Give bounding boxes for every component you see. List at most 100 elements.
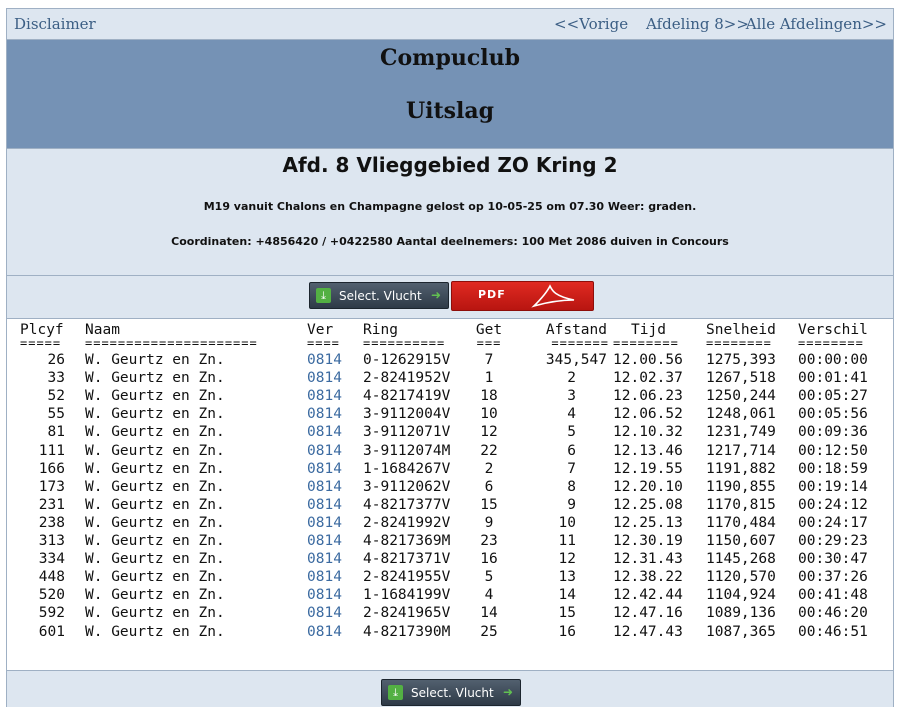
cell-tijd: 12.31.43 bbox=[613, 551, 683, 568]
cell-plcyf: 173 bbox=[38, 478, 65, 495]
cell-naam: W. Geurtz en Zn. bbox=[85, 352, 225, 368]
cell-get: 7 bbox=[484, 352, 494, 368]
cell-naam: W. Geurtz en Zn. bbox=[85, 533, 225, 549]
select-vlucht-button-bottom[interactable]: ⤓ Select. Vlucht ➜ bbox=[381, 679, 521, 706]
cell-afstand: 4 bbox=[567, 406, 576, 423]
separator-afstand: ======= bbox=[551, 336, 609, 350]
cell-tijd: 12.25.13 bbox=[613, 514, 683, 531]
select-vlucht-label: Select. Vlucht bbox=[339, 289, 422, 303]
vereniging-link[interactable]: 0814 bbox=[307, 406, 342, 422]
vereniging-link[interactable]: 0814 bbox=[307, 533, 342, 549]
cell-ring: 2-8241952V bbox=[363, 370, 451, 387]
cell-snelheid: 1150,607 bbox=[706, 533, 776, 549]
vereniging-link[interactable]: 0814 bbox=[307, 352, 342, 368]
vereniging-link[interactable]: 0814 bbox=[307, 515, 342, 531]
cell-plcyf: 26 bbox=[47, 352, 65, 368]
cell-plcyf: 52 bbox=[47, 388, 65, 405]
cell-snelheid: 1145,268 bbox=[706, 551, 776, 568]
vereniging-link[interactable]: 0814 bbox=[307, 479, 342, 495]
vereniging-link[interactable]: 0814 bbox=[307, 461, 342, 477]
vereniging-link[interactable]: 0814 bbox=[307, 370, 342, 386]
cell-afstand: 6 bbox=[567, 442, 576, 459]
cell-get: 10 bbox=[480, 406, 498, 423]
cell-snelheid: 1120,570 bbox=[706, 569, 776, 586]
pdf-button[interactable]: PDF bbox=[451, 281, 594, 311]
cell-naam: W. Geurtz en Zn. bbox=[85, 605, 225, 622]
previous-link[interactable]: <<Vorige bbox=[554, 15, 628, 33]
vereniging-link[interactable]: 0814 bbox=[307, 551, 342, 567]
vereniging-link[interactable]: 0814 bbox=[307, 388, 342, 404]
cell-ver: 0814 bbox=[307, 443, 342, 459]
cell-snelheid: 1191,882 bbox=[706, 460, 776, 477]
cell-verschil: 00:24:17 bbox=[798, 514, 868, 531]
disclaimer-link[interactable]: Disclaimer bbox=[14, 15, 96, 33]
cell-tijd: 12.47.16 bbox=[613, 605, 683, 622]
cell-afstand: 10 bbox=[558, 514, 576, 531]
cell-ver: 0814 bbox=[307, 461, 342, 477]
cell-get: 18 bbox=[480, 388, 498, 405]
cell-snelheid: 1087,365 bbox=[706, 623, 776, 640]
cell-naam: W. Geurtz en Zn. bbox=[85, 551, 225, 568]
vereniging-link[interactable]: 0814 bbox=[307, 497, 342, 513]
cell-snelheid: 1170,815 bbox=[706, 496, 776, 513]
table-row: 52 W. Geurtz en Zn. 0814 4-8217419V 18 3 12.06… bbox=[7, 388, 893, 406]
cell-tijd: 12.47.43 bbox=[613, 623, 683, 640]
cell-ring: 0-1262915V bbox=[363, 352, 451, 368]
table-row: 166 W. Geurtz en Zn. 0814 1-1684267V 2 7 12.19… bbox=[7, 460, 893, 479]
all-afdelingen-link[interactable]: Alle Afdelingen>> bbox=[746, 15, 887, 33]
cell-ring: 2-8241965V bbox=[363, 605, 451, 622]
race-info: Afd. 8 Vlieggebied ZO Kring 2 M19 vanuit… bbox=[7, 149, 893, 276]
cell-naam: W. Geurtz en Zn. bbox=[85, 424, 225, 441]
table-row: 592 W. Geurtz en Zn. 0814 2-8241965V 14 15 12.… bbox=[7, 605, 893, 623]
cell-naam: W. Geurtz en Zn. bbox=[85, 460, 225, 477]
cell-afstand: 8 bbox=[567, 478, 576, 495]
select-vlucht-button[interactable]: ⤓ Select. Vlucht ➜ bbox=[309, 282, 449, 309]
cell-ring: 4-8217371V bbox=[363, 551, 451, 568]
cell-plcyf: 231 bbox=[38, 496, 65, 513]
download-icon: ⤓ bbox=[316, 288, 331, 303]
cell-ring: 4-8217377V bbox=[363, 496, 451, 513]
vereniging-link[interactable]: 0814 bbox=[307, 624, 342, 640]
cell-naam: W. Geurtz en Zn. bbox=[85, 388, 225, 405]
cell-ver: 0814 bbox=[307, 352, 342, 368]
cell-naam: W. Geurtz en Zn. bbox=[85, 442, 225, 459]
cell-plcyf: 238 bbox=[38, 514, 65, 531]
select-vlucht-label: Select. Vlucht bbox=[411, 686, 494, 700]
vereniging-link[interactable]: 0814 bbox=[307, 424, 342, 440]
cell-ver: 0814 bbox=[307, 569, 342, 585]
cell-get: 9 bbox=[484, 514, 494, 531]
cell-plcyf: 520 bbox=[38, 587, 65, 604]
cell-tijd: 12.42.44 bbox=[613, 587, 683, 604]
cell-naam: W. Geurtz en Zn. bbox=[85, 496, 225, 513]
cell-ring: 3-9112062V bbox=[363, 478, 451, 495]
vereniging-link[interactable]: 0814 bbox=[307, 605, 342, 621]
cell-ver: 0814 bbox=[307, 406, 342, 422]
download-icon: ⤓ bbox=[388, 685, 403, 700]
release-info: M19 vanuit Chalons en Champagne gelost o… bbox=[203, 200, 697, 213]
afdeling-link[interactable]: Afdeling 8>> bbox=[646, 15, 749, 33]
cell-snelheid: 1248,061 bbox=[706, 406, 776, 423]
cell-plcyf: 601 bbox=[38, 623, 65, 640]
table-row: 313 W. Geurtz en Zn. 0814 4-8217369M 23 11 12.… bbox=[7, 533, 893, 551]
arrow-right-icon: ➜ bbox=[430, 288, 441, 302]
cell-tijd: 12.00.56 bbox=[613, 352, 683, 368]
cell-ring: 3-9112074M bbox=[363, 442, 451, 459]
cell-verschil: 00:46:20 bbox=[798, 605, 868, 622]
cell-verschil: 00:46:51 bbox=[798, 623, 868, 640]
club-title: Compuclub bbox=[380, 45, 520, 71]
vereniging-link[interactable]: 0814 bbox=[307, 587, 342, 603]
table-row: 173 W. Geurtz en Zn. 0814 3-9112062V 6 8 12.20… bbox=[7, 478, 893, 497]
cell-tijd: 12.38.22 bbox=[613, 569, 683, 586]
table-row: 334 W. Geurtz en Zn. 0814 4-8217371V 16 12 12.… bbox=[7, 551, 893, 569]
cell-get: 2 bbox=[484, 460, 494, 477]
cell-ring: 4-8217419V bbox=[363, 388, 451, 405]
separator-naam: ===================== bbox=[85, 336, 258, 350]
cell-tijd: 12.06.52 bbox=[613, 406, 683, 423]
cell-naam: W. Geurtz en Zn. bbox=[85, 569, 225, 586]
vereniging-link[interactable]: 0814 bbox=[307, 569, 342, 585]
vereniging-link[interactable]: 0814 bbox=[307, 443, 342, 459]
cell-verschil: 00:24:12 bbox=[798, 496, 868, 513]
cell-snelheid: 1190,855 bbox=[706, 478, 776, 495]
cell-verschil: 00:18:59 bbox=[798, 460, 868, 477]
cell-verschil: 00:29:23 bbox=[798, 533, 868, 549]
